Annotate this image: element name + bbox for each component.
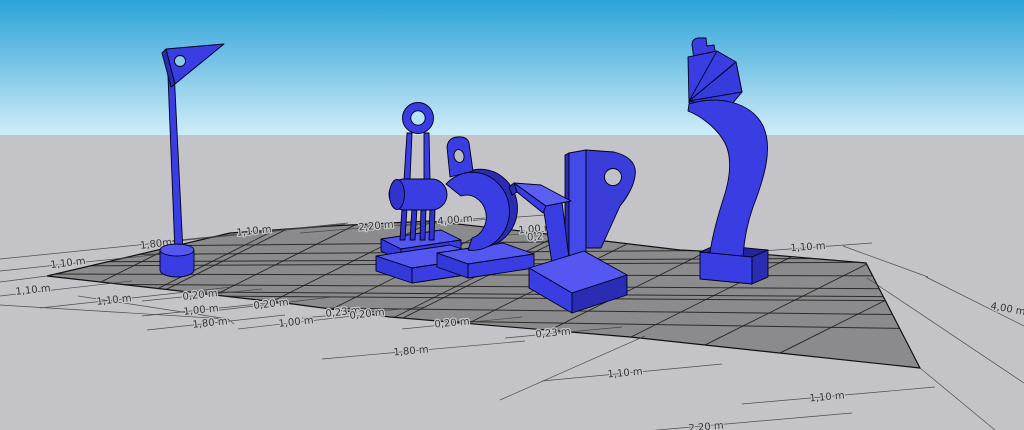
sky: [0, 0, 1024, 135]
dimension-label: 0,2: [527, 231, 544, 243]
stand-leg: [420, 208, 426, 240]
column-base-front: [700, 252, 752, 284]
stand-stick: [424, 133, 430, 180]
bracket-plate-hole: [605, 169, 622, 186]
stand-leg: [429, 208, 435, 240]
flag-hole: [175, 56, 186, 67]
flag-base-top: [160, 244, 194, 256]
stand-cylinder-cap: [390, 180, 405, 210]
viewport-3d[interactable]: 1,80m1,10 m1,10 m1,10 m1,10 m2,20 m4,00 …: [0, 0, 1024, 430]
scene-canvas[interactable]: 1,80m1,10 m1,10 m1,10 m1,10 m2,20 m4,00 …: [0, 0, 1024, 430]
stand-ring-hole: [411, 111, 425, 125]
